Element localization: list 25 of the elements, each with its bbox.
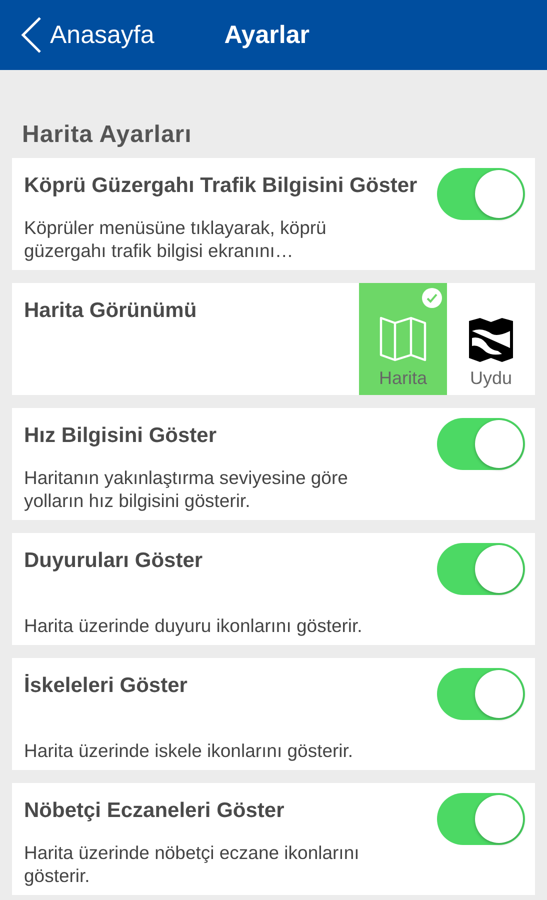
toggle-switch[interactable] xyxy=(437,418,525,470)
setting-description: Harita üzerinde nöbetçi eczane ikonlarını gösterir. xyxy=(24,841,360,887)
setting-description: Köprüler menüsüne tıklayarak, köprü güzergahı trafik bilgisi ekranını… xyxy=(24,216,328,262)
page-title: Ayarlar xyxy=(224,20,310,50)
setting-description: Haritanın yakınlaştırma seviyesine göre yolların hız bilgisini gösterir. xyxy=(24,466,349,512)
toggle-switch[interactable] xyxy=(437,668,525,720)
setting-title: Hız Bilgisini Göster xyxy=(24,423,218,449)
setting-title: Nöbetçi Eczaneleri Göster xyxy=(24,798,286,824)
setting-description: Harita üzerinde duyuru ikonlarını gösterir. xyxy=(24,614,364,637)
terrain-map-icon xyxy=(468,318,514,362)
back-button[interactable]: Anasayfa xyxy=(0,16,154,54)
setting-title: Duyuruları Göster xyxy=(24,548,204,574)
map-view-option[interactable]: Uydu xyxy=(447,283,535,395)
setting-title: İskeleleri Göster xyxy=(24,673,188,699)
map-icon xyxy=(379,316,427,362)
section-title: Harita Ayarları xyxy=(22,120,193,150)
toggle-switch[interactable] xyxy=(437,543,525,595)
map-view-option[interactable]: Harita xyxy=(359,283,447,395)
setting-description: Harita üzerinde iskele ikonlarını gösterir. xyxy=(24,739,354,762)
check-icon xyxy=(422,288,442,308)
back-icon xyxy=(20,16,42,54)
setting-title: Harita Görünümü xyxy=(24,298,198,324)
setting-title: Köprü Güzergahı Trafik Bilgisini Göster xyxy=(24,173,418,199)
toggle-switch[interactable] xyxy=(437,793,525,845)
toggle-switch[interactable] xyxy=(437,168,525,220)
